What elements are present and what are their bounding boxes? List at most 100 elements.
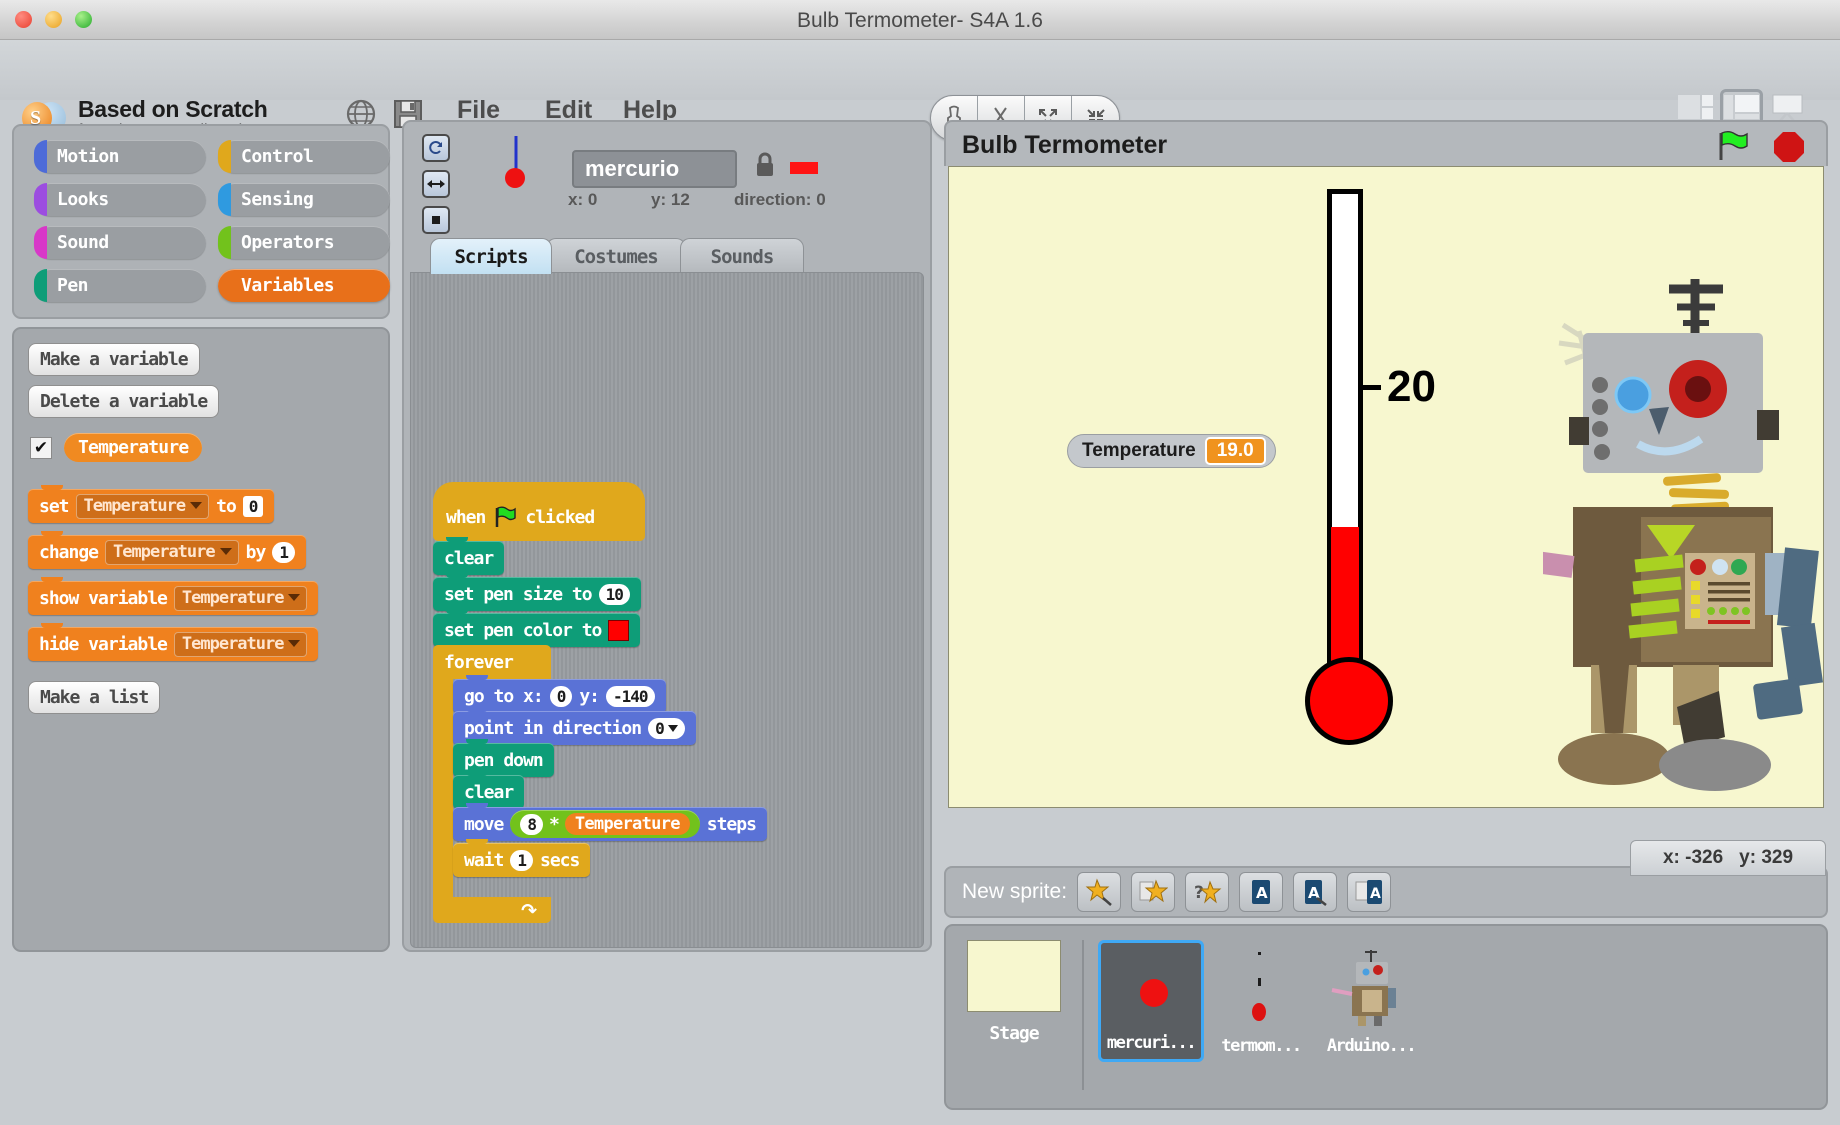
stage-canvas[interactable]: Temperature 19.0 20 — [948, 166, 1824, 808]
watcher-label: Temperature — [1082, 440, 1196, 462]
green-flag-icon — [493, 506, 517, 528]
set-pen-size-label: set pen size to — [444, 584, 592, 605]
show-variable-block[interactable]: show variable Temperature — [28, 581, 318, 615]
menu-bar: S Based on Scratch from the MIT Media La… — [0, 40, 1840, 100]
pen-color-swatch[interactable] — [608, 620, 629, 641]
chevron-down-icon — [668, 725, 678, 732]
choose-new-sprite-icon[interactable] — [1131, 872, 1175, 912]
when-green-flag-clicked-block[interactable]: when clicked — [433, 495, 645, 541]
sprite-label: Arduino... — [1327, 1036, 1415, 1056]
paint-arduino-a-icon[interactable]: A — [1293, 872, 1337, 912]
wait-seconds-input[interactable]: 1 — [510, 850, 533, 871]
temperature-watcher-checkbox[interactable]: ✔ — [30, 437, 52, 459]
paint-new-sprite-icon[interactable] — [1077, 872, 1121, 912]
tab-costumes[interactable]: Costumes — [546, 238, 686, 274]
category-variables[interactable]: Variables — [218, 269, 390, 302]
set-value-input[interactable]: 0 — [243, 496, 264, 517]
sprite-cell-termometro[interactable]: termom... — [1208, 940, 1314, 1062]
operators-color-chip — [218, 226, 231, 259]
rotate-freely-icon[interactable] — [422, 134, 450, 162]
variables-color-chip — [218, 269, 231, 302]
logo-title: Based on Scratch — [78, 96, 268, 123]
scripts-canvas[interactable]: when clicked clear set pen size to 10 se… — [410, 272, 924, 948]
temperature-variable-reporter[interactable]: Temperature — [64, 433, 202, 462]
corral-divider — [1082, 940, 1084, 1090]
category-sensing[interactable]: Sensing — [218, 183, 390, 216]
category-looks[interactable]: Looks — [34, 183, 206, 216]
sprite-cell-mercurio[interactable]: mercuri... — [1098, 940, 1204, 1062]
category-operators[interactable]: Operators — [218, 226, 390, 259]
green-flag-icon[interactable] — [1716, 130, 1750, 166]
category-label: Operators — [241, 232, 334, 253]
hide-variable-block[interactable]: hide variable Temperature — [28, 627, 318, 661]
sprite-label: mercuri... — [1107, 1033, 1195, 1053]
set-variable-block[interactable]: set Temperature to 0 — [28, 489, 274, 523]
sprite-thumbnail-preview — [486, 134, 546, 192]
chevron-down-icon — [190, 502, 202, 509]
stage-thumbnail-cell[interactable]: Stage — [960, 940, 1068, 1044]
mouse-y: y: 329 — [1739, 847, 1793, 869]
window-title: Bulb Termometer- S4A 1.6 — [0, 9, 1840, 33]
point-in-direction-block[interactable]: point in direction 0 — [453, 711, 696, 745]
random-sprite-icon[interactable]: ? — [1185, 872, 1229, 912]
rotate-left-right-icon[interactable] — [422, 170, 450, 198]
go-to-x-input[interactable]: 0 — [550, 686, 573, 707]
make-a-list-button[interactable]: Make a list — [28, 681, 160, 714]
clear-block-inner[interactable]: clear — [453, 775, 524, 809]
set-variable-dropdown[interactable]: Temperature — [76, 494, 210, 519]
presentation-view-button[interactable] — [1769, 92, 1806, 122]
new-sprite-label: New sprite: — [962, 880, 1067, 904]
sprite-corral: Stage mercuri... termom... — [944, 924, 1828, 1110]
show-variable-dropdown[interactable]: Temperature — [174, 586, 308, 611]
clear-block[interactable]: clear — [433, 541, 504, 575]
loop-arrow-icon: ↷ — [521, 900, 537, 922]
control-color-chip — [218, 140, 231, 173]
sprite-y-stat: y: 12 — [651, 190, 690, 210]
temperature-variable-reporter[interactable]: Temperature — [565, 813, 690, 835]
sprite-x-stat: x: 0 — [568, 190, 597, 210]
sprite-cell-arduino[interactable]: Arduino... — [1318, 940, 1424, 1062]
forever-block-footer: ↷ — [433, 897, 551, 923]
change-variable-block[interactable]: change Temperature by 1 — [28, 535, 306, 569]
no-rotation-icon[interactable] — [422, 206, 450, 234]
delete-a-variable-button[interactable]: Delete a variable — [28, 385, 219, 418]
category-label: Sound — [57, 232, 109, 253]
move-steps-block[interactable]: move 8 * Temperature steps — [453, 807, 767, 841]
sprite-direction-stat: direction: 0 — [734, 190, 826, 210]
hide-variable-dropdown[interactable]: Temperature — [174, 632, 308, 657]
category-motion[interactable]: Motion — [34, 140, 206, 173]
block-palette[interactable]: Make a variable Delete a variable ✔ Temp… — [12, 327, 390, 952]
stop-icon[interactable] — [1774, 132, 1804, 162]
category-sound[interactable]: Sound — [34, 226, 206, 259]
operand-left-input[interactable]: 8 — [520, 814, 543, 835]
category-pen[interactable]: Pen — [34, 269, 206, 302]
small-stage-view-button[interactable] — [1677, 92, 1714, 122]
go-to-y-label: y: — [579, 686, 599, 707]
tab-sounds[interactable]: Sounds — [680, 238, 804, 274]
sprite-name-field[interactable]: mercurio — [572, 150, 737, 188]
pen-color-indicator — [790, 162, 818, 174]
secs-label: secs — [540, 850, 579, 871]
go-to-y-input[interactable]: -140 — [606, 686, 655, 707]
tab-scripts[interactable]: Scripts — [430, 238, 552, 274]
svg-text:?: ? — [1194, 883, 1204, 903]
multiply-operator-block[interactable]: 8 * Temperature — [510, 810, 699, 838]
arduino-robot-sprite[interactable] — [1543, 267, 1824, 797]
make-a-variable-button[interactable]: Make a variable — [28, 343, 200, 376]
lock-icon[interactable] — [754, 152, 776, 182]
change-value-input[interactable]: 1 — [272, 542, 295, 563]
sound-color-chip — [34, 226, 47, 259]
set-pen-color-block[interactable]: set pen color to — [433, 613, 640, 647]
new-arduino-a-icon[interactable]: A — [1239, 872, 1283, 912]
category-control[interactable]: Control — [218, 140, 390, 173]
temperature-watcher[interactable]: Temperature 19.0 — [1067, 434, 1276, 468]
forever-block[interactable]: forever go to x: 0 y: -140 point in dire… — [433, 645, 853, 923]
change-variable-dropdown[interactable]: Temperature — [105, 540, 239, 565]
normal-stage-view-button[interactable] — [1723, 92, 1760, 122]
direction-dropdown[interactable]: 0 — [648, 718, 685, 739]
import-arduino-icon[interactable]: A — [1347, 872, 1391, 912]
set-pen-size-block[interactable]: set pen size to 10 — [433, 577, 641, 611]
stage-thumbnail-image — [967, 940, 1061, 1012]
wait-secs-block[interactable]: wait 1 secs — [453, 843, 590, 877]
pen-size-input[interactable]: 10 — [599, 584, 630, 605]
